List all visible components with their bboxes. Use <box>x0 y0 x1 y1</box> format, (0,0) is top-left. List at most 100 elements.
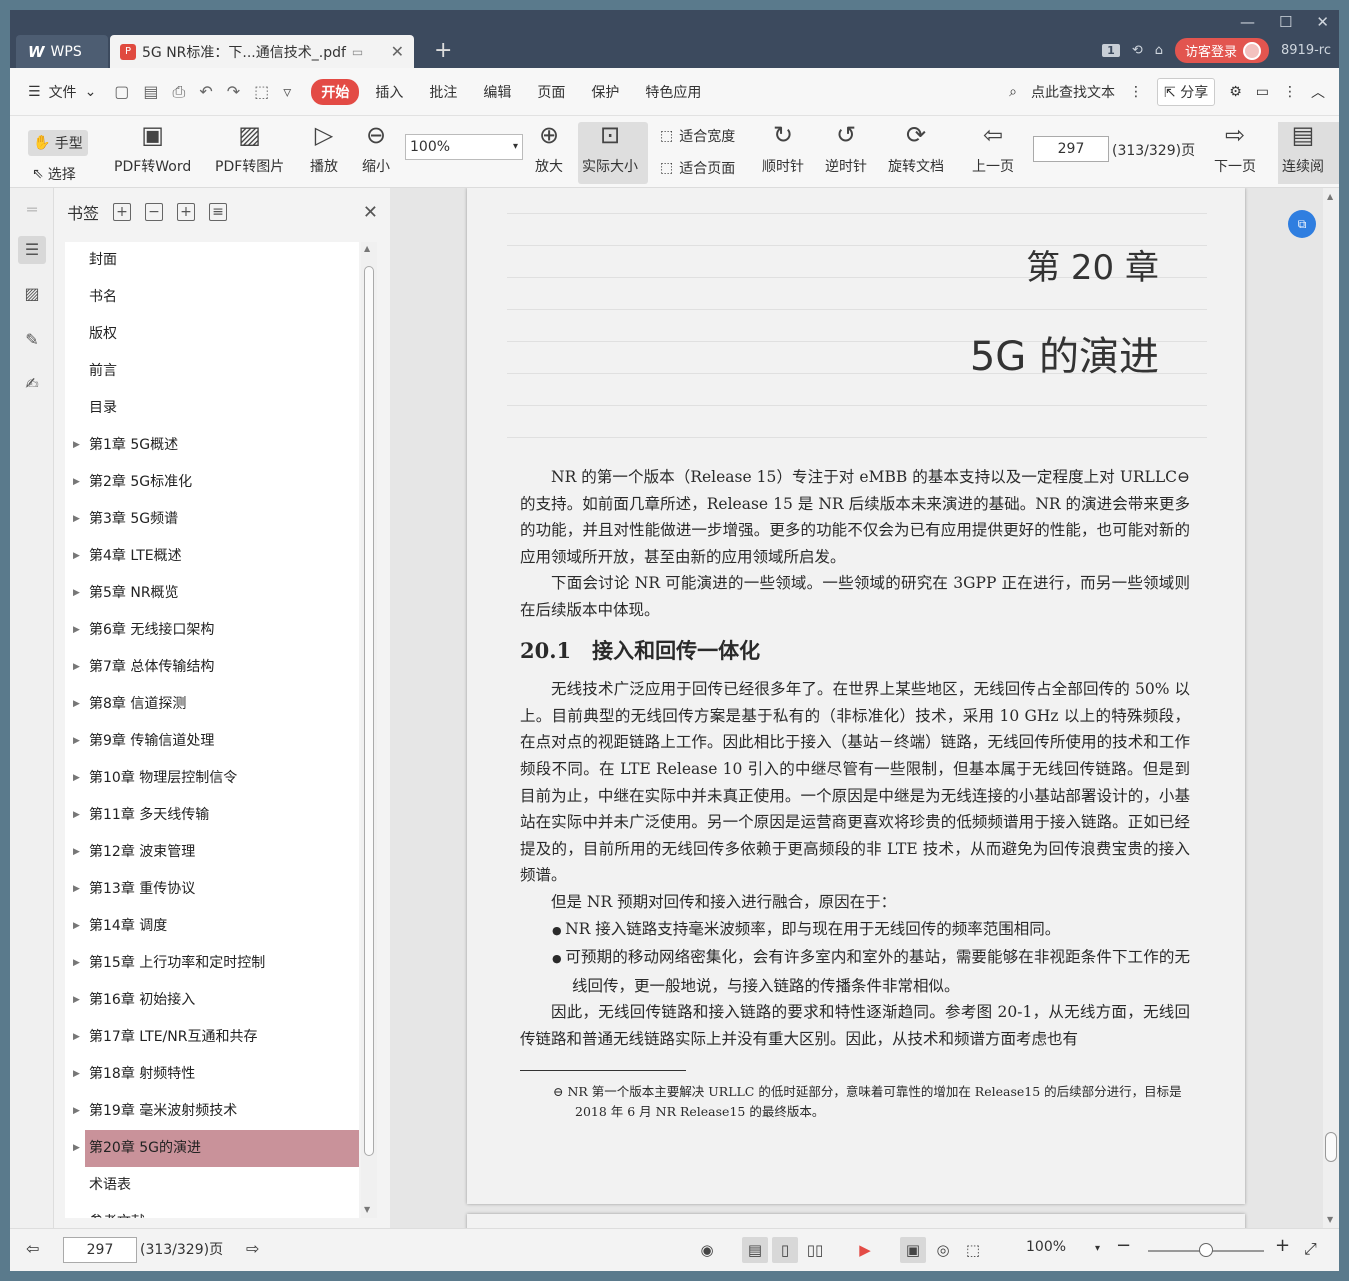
bookmark-item[interactable]: ▶ 第5章 NR概览 <box>65 575 359 612</box>
fit-page-icon[interactable]: ◎ <box>930 1237 956 1263</box>
comment-icon[interactable]: ▭ <box>1256 84 1269 100</box>
collapse-ribbon-icon[interactable]: ︿ <box>1311 82 1325 102</box>
document-scrollbar[interactable]: ▲ ▼ <box>1323 188 1339 1228</box>
rotate-document-button[interactable]: ⟳ 旋转文档 <box>888 120 944 176</box>
expand-caret-icon[interactable]: ▶ <box>73 1130 80 1167</box>
bookmark-item[interactable]: 封面 <box>65 242 359 279</box>
bookmark-item[interactable]: ▶ 第12章 波束管理 <box>65 834 359 871</box>
undo-icon[interactable]: ↶ <box>199 82 212 102</box>
expand-caret-icon[interactable]: ▶ <box>73 1019 80 1056</box>
rotate-clockwise-button[interactable]: ↻ 顺时针 <box>762 120 804 176</box>
expand-caret-icon[interactable]: ▶ <box>73 1056 80 1093</box>
hand-tool-button[interactable]: ✋ 手型 <box>28 130 88 156</box>
redo-icon[interactable]: ↷ <box>227 82 240 102</box>
tab-insert[interactable]: 插入 <box>365 79 413 105</box>
expand-caret-icon[interactable]: ▶ <box>73 427 80 464</box>
double-page-icon[interactable]: ▯▯ <box>802 1237 828 1263</box>
annotation-icon[interactable]: ✎ <box>18 326 46 354</box>
prev-page-icon[interactable]: ⇦ <box>26 1239 39 1258</box>
expand-caret-icon[interactable]: ▶ <box>73 723 80 760</box>
bookmark-item[interactable]: ▶ 第9章 传输信道处理 <box>65 723 359 760</box>
shirt-icon[interactable]: ⌂ <box>1155 43 1163 58</box>
skin-icon[interactable]: ⟲ <box>1132 43 1143 58</box>
document-view[interactable]: 第 20 章 5G 的演进 NR 的第一个版本（Release 15）专注于对 … <box>390 188 1339 1228</box>
bookmark-scroll-thumb[interactable] <box>364 266 374 1156</box>
more-quick-icon[interactable]: ▿ <box>283 82 291 102</box>
maximize-icon[interactable]: ☐ <box>1279 13 1292 31</box>
close-window-icon[interactable]: ✕ <box>1316 13 1329 31</box>
bookmark-item[interactable]: ▶ 第16章 初始接入 <box>65 982 359 1019</box>
thumbnail-icon[interactable]: ▨ <box>18 280 46 308</box>
zoom-level[interactable]: 100% <box>1026 1239 1066 1255</box>
expand-all-icon[interactable]: + <box>113 203 132 221</box>
pdf-to-word-button[interactable]: ▣ PDF转Word <box>114 120 191 176</box>
rotate-counterclockwise-button[interactable]: ↺ 逆时针 <box>825 120 867 176</box>
expand-caret-icon[interactable]: ▶ <box>73 871 80 908</box>
page-count-badge[interactable]: 1 <box>1102 44 1120 57</box>
zoom-slider-knob[interactable] <box>1199 1243 1213 1257</box>
expand-caret-icon[interactable]: ▶ <box>73 686 80 723</box>
expand-caret-icon[interactable]: ▶ <box>73 908 80 945</box>
tab-annotate[interactable]: 批注 <box>419 79 467 105</box>
continuous-view-icon[interactable]: ▤ <box>742 1237 768 1263</box>
expand-caret-icon[interactable]: ▶ <box>73 834 80 871</box>
expand-caret-icon[interactable]: ▶ <box>73 760 80 797</box>
bookmark-item[interactable]: 书名 <box>65 279 359 316</box>
page-number-input[interactable]: 297 <box>1033 136 1109 162</box>
expand-caret-icon[interactable]: ▶ <box>73 538 80 575</box>
bookmark-item[interactable]: ▶ 第2章 5G标准化 <box>65 464 359 501</box>
tab-protect[interactable]: 保护 <box>581 79 629 105</box>
fullscreen-icon[interactable]: ⤢ <box>1304 1239 1317 1259</box>
bookmark-item[interactable]: ▶ 第6章 无线接口架构 <box>65 612 359 649</box>
share-button[interactable]: ⇱ 分享 <box>1157 77 1216 106</box>
zoom-out-button[interactable]: ⊖ 缩小 <box>362 120 390 176</box>
bookmark-item[interactable]: ▶ 第3章 5G频谱 <box>65 501 359 538</box>
document-scroll-thumb[interactable] <box>1325 1132 1337 1162</box>
expand-caret-icon[interactable]: ▶ <box>73 982 80 1019</box>
scroll-up-icon[interactable]: ▲ <box>1327 192 1333 201</box>
fit-width-icon[interactable]: ⬚ <box>960 1237 986 1263</box>
zoom-in-button[interactable]: ⊕ 放大 <box>535 120 563 176</box>
bookmark-item[interactable]: ▶ 第13章 重传协议 <box>65 871 359 908</box>
document-tab[interactable]: P 5G NR标准：下...通信技术_.pdf ▭ ✕ <box>110 35 414 68</box>
scroll-down-icon[interactable]: ▼ <box>1327 1215 1333 1224</box>
zoom-out-icon[interactable]: − <box>1116 1235 1131 1256</box>
bookmark-panel-icon[interactable]: ☰ <box>18 236 46 264</box>
bookmark-item[interactable]: ▶ 第18章 射频特性 <box>65 1056 359 1093</box>
bookmark-item[interactable]: 参考文献 <box>65 1204 359 1218</box>
minimize-icon[interactable]: — <box>1240 13 1255 31</box>
continuous-read-button[interactable]: ▤ 连续阅 <box>1278 121 1339 184</box>
open-folder-icon[interactable]: ▢ <box>114 82 129 102</box>
single-page-icon[interactable]: ▯ <box>772 1237 798 1263</box>
bookmark-item[interactable]: ▶ 第1章 5G概述 <box>65 427 359 464</box>
bookmark-item[interactable]: ▶ 第10章 物理层控制信令 <box>65 760 359 797</box>
export-icon[interactable]: ⬚ <box>254 82 269 102</box>
more-icon[interactable]: ⋮ <box>1283 84 1297 100</box>
close-tab-icon[interactable]: ✕ <box>391 42 404 61</box>
bookmark-item[interactable]: ▶ 第8章 信道探测 <box>65 686 359 723</box>
signature-icon[interactable]: ✍ <box>18 370 46 398</box>
more-vertical-icon[interactable]: ⋮ <box>1129 84 1143 100</box>
close-panel-icon[interactable]: ✕ <box>363 202 378 223</box>
expand-caret-icon[interactable]: ▶ <box>73 464 80 501</box>
search-icon[interactable]: ⌕ <box>1009 84 1017 100</box>
scroll-up-icon[interactable]: ▲ <box>364 244 370 253</box>
expand-caret-icon[interactable]: ▶ <box>73 612 80 649</box>
tab-special[interactable]: 特色应用 <box>635 79 711 105</box>
file-menu[interactable]: ☰ 文件 ⌄ <box>28 82 96 102</box>
zoom-select[interactable]: 100% <box>405 134 523 160</box>
save-icon[interactable]: ▤ <box>143 82 158 102</box>
print-icon[interactable]: ⎙ <box>173 82 186 102</box>
bookmark-item[interactable]: ▶ 第17章 LTE/NR互通和共存 <box>65 1019 359 1056</box>
prev-page-button[interactable]: ⇦ 上一页 <box>972 120 1014 176</box>
scroll-down-icon[interactable]: ▼ <box>364 1205 370 1214</box>
status-page-input[interactable]: 297 <box>63 1237 137 1263</box>
search-text-button[interactable]: 点此查找文本 <box>1031 82 1115 102</box>
expand-caret-icon[interactable]: ▶ <box>73 501 80 538</box>
expand-caret-icon[interactable]: ▶ <box>73 797 80 834</box>
tab-page[interactable]: 页面 <box>527 79 575 105</box>
zoom-in-icon[interactable]: + <box>1275 1235 1290 1256</box>
next-page-button[interactable]: ⇨ 下一页 <box>1214 120 1256 176</box>
floating-tool-icon[interactable]: ⧉ <box>1288 210 1316 238</box>
tab-edit[interactable]: 编辑 <box>473 79 521 105</box>
